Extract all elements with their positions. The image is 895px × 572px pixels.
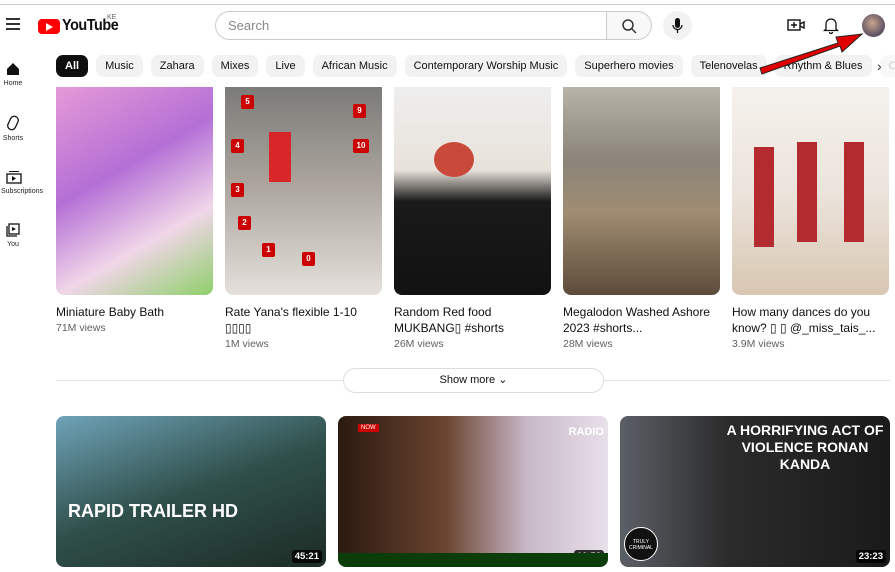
short-views: 28M views: [563, 338, 613, 350]
sidebar-item-subscriptions[interactable]: Subscriptions: [1, 170, 43, 195]
chip-african-music[interactable]: African Music: [312, 55, 397, 77]
red-dress: [269, 132, 291, 182]
short-views: 1M views: [225, 338, 269, 350]
chip-contemporary-worship-music[interactable]: Contemporary Worship Music: [404, 55, 568, 77]
chevron-right-icon[interactable]: ›: [877, 58, 882, 74]
chip-music[interactable]: Music: [96, 55, 143, 77]
video-thumbnail[interactable]: NOW RADIO 16:53: [338, 416, 608, 567]
chip-live[interactable]: Live: [266, 55, 305, 77]
short-item[interactable]: Megalodon Washed Ashore 2023 #shorts... …: [563, 87, 720, 350]
short-title[interactable]: Random Red food MUKBANG▯ #shorts: [394, 304, 551, 336]
short-thumbnail[interactable]: [732, 87, 889, 295]
you-icon: [6, 223, 20, 237]
short-title[interactable]: Megalodon Washed Ashore 2023 #shorts...: [563, 304, 720, 336]
short-item[interactable]: Miniature Baby Bath 71M views: [56, 87, 213, 334]
sidebar-item-shorts[interactable]: Shorts: [0, 115, 26, 142]
video-duration: 45:21: [291, 550, 322, 563]
account-avatar[interactable]: [862, 14, 885, 37]
short-title[interactable]: Rate Yana's flexible 1-10 ▯▯▯▯: [225, 304, 382, 336]
thumbnail-overlay-text: A HORRIFYING ACT OF VIOLENCE RONAN KANDA: [726, 422, 884, 472]
channel-badge: TRULY CRIMINAL: [624, 527, 658, 561]
live-tag: NOW: [358, 424, 379, 432]
short-thumbnail[interactable]: 5 4 3 2 1 9 10 0: [225, 87, 382, 295]
chip-superhero-movies[interactable]: Superhero movies: [575, 55, 683, 77]
rank-badge: 10: [353, 139, 369, 153]
rank-badge: 4: [231, 139, 244, 153]
chip-all[interactable]: All: [56, 55, 89, 77]
short-title[interactable]: How many dances do you know? ▯ ▯ @_miss_…: [732, 304, 889, 336]
youtube-play-icon: [38, 18, 60, 34]
rank-badge: 9: [353, 104, 366, 118]
notifications-bell-icon[interactable]: [821, 15, 841, 35]
create-video-icon[interactable]: [786, 15, 806, 35]
search-button[interactable]: [606, 11, 652, 40]
region-code: KE: [107, 14, 117, 21]
short-thumbnail[interactable]: [56, 87, 213, 295]
thumbnail-overlay-text: RAPID TRAILER HD: [68, 501, 238, 521]
chip-mixes[interactable]: Mixes: [211, 55, 259, 77]
chip-zahara[interactable]: Zahara: [150, 55, 204, 77]
show-more-button[interactable]: Show more ⌄: [343, 368, 604, 393]
filter-chips: All Music Zahara Mixes Live African Musi…: [56, 55, 895, 77]
sidebar-item-you[interactable]: You: [0, 223, 26, 248]
short-item[interactable]: How many dances do you know? ▯ ▯ @_miss_…: [732, 87, 889, 350]
search-icon: [622, 19, 637, 34]
chip-telenovelas[interactable]: Telenovelas: [690, 55, 767, 77]
subscriptions-icon: [6, 171, 22, 184]
sidebar-item-home[interactable]: Home: [0, 62, 26, 87]
home-icon: [7, 63, 19, 75]
short-views: 3.9M views: [732, 338, 785, 350]
short-thumbnail[interactable]: [563, 87, 720, 295]
rank-badge: 0: [302, 252, 315, 266]
video-duration: 16:53: [573, 550, 604, 553]
dancer: [754, 147, 774, 247]
dancer: [797, 142, 817, 242]
short-thumbnail[interactable]: [394, 87, 551, 295]
shorts-icon: [7, 115, 19, 131]
short-views: 26M views: [394, 338, 444, 350]
video-thumbnail[interactable]: A HORRIFYING ACT OF VIOLENCE RONAN KANDA…: [620, 416, 890, 567]
video-thumbnail[interactable]: RAPID TRAILER HD 45:21: [56, 416, 326, 567]
search-input[interactable]: Search: [215, 11, 606, 40]
short-title[interactable]: Miniature Baby Bath: [56, 304, 213, 320]
rank-badge: 5: [241, 95, 254, 109]
thumbnail-overlay-text: RADIO: [568, 426, 604, 438]
video-duration: 23:23: [855, 550, 886, 563]
chip-rhythm-blues[interactable]: Rhythm & Blues: [774, 55, 872, 77]
octopus: [434, 142, 474, 177]
menu-icon[interactable]: [6, 18, 20, 33]
rank-badge: 3: [231, 183, 244, 197]
short-item[interactable]: 5 4 3 2 1 9 10 0 Rate Yana's flexible 1-…: [225, 87, 382, 350]
rank-badge: 1: [262, 243, 275, 257]
short-views: 71M views: [56, 322, 106, 334]
short-item[interactable]: Random Red food MUKBANG▯ #shorts 26M vie…: [394, 87, 551, 350]
rank-badge: 2: [238, 216, 251, 230]
mic-icon: [672, 18, 683, 33]
dancer: [844, 142, 864, 242]
voice-search-button[interactable]: [663, 11, 692, 40]
window-top-border: [0, 4, 895, 5]
chevron-down-icon: ⌄: [498, 374, 508, 386]
